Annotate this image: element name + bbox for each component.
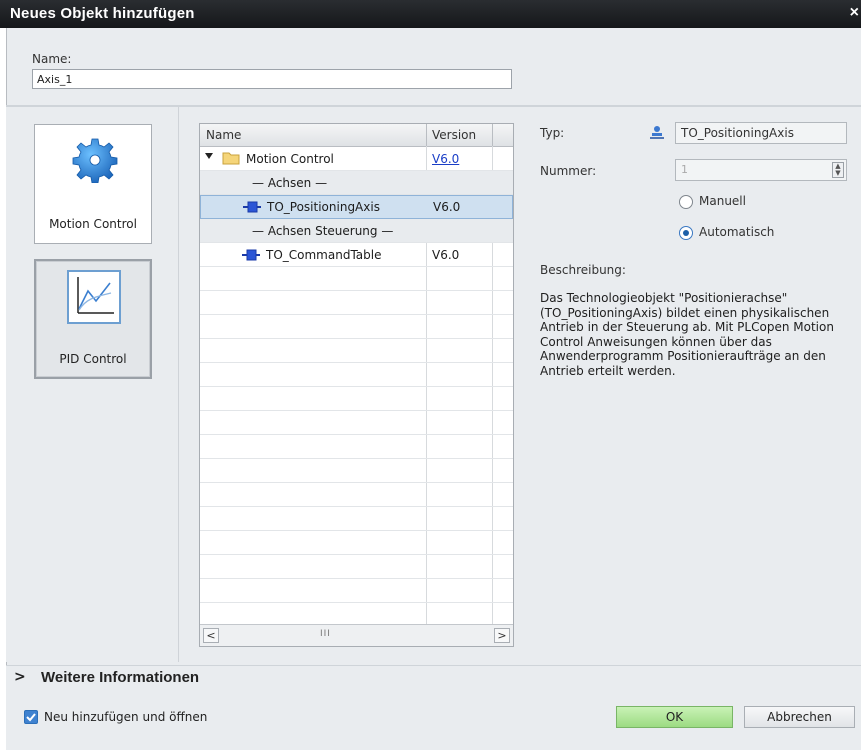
tree-group-achsen-steuerung: — Achsen Steuerung — [200,219,513,243]
horizontal-scrollbar[interactable]: < III > [200,624,513,646]
technology-object-type-icon [649,124,665,144]
add-and-open-checkbox[interactable] [24,710,38,724]
scroll-left-button[interactable]: < [203,628,219,643]
empty-row [200,555,513,579]
dialog-title: Neues Objekt hinzufügen [10,5,195,22]
tree-group-achsen: — Achsen — [200,171,513,195]
empty-row [200,339,513,363]
empty-row [200,267,513,291]
group-label: — Achsen Steuerung — [252,224,394,238]
checkmark-icon [26,713,36,722]
folder-icon [222,151,240,168]
technology-object-icon [242,249,260,264]
nummer-value: 1 [681,163,688,176]
chevron-right-icon[interactable]: > [14,669,26,685]
technology-object-icon [243,201,261,216]
pid-chart-icon [66,269,122,325]
description-text: Das Technologieobjekt "Positionierachse"… [540,291,834,378]
empty-row [200,459,513,483]
name-input[interactable] [32,69,512,89]
radio-automatisch-label[interactable]: Automatisch [699,225,774,239]
gear-icon [72,137,118,184]
nummer-field[interactable]: 1 ▲ ▼ [675,159,847,181]
empty-row [200,483,513,507]
category-label: PID Control [59,352,127,366]
spinner-icon[interactable]: ▲ ▼ [832,162,844,178]
radio-manuell-label[interactable]: Manuell [699,194,746,208]
empty-row [200,363,513,387]
nummer-label: Nummer: [540,164,597,178]
category-pid-control[interactable]: PID Control [34,259,152,379]
tree-row-motion-control[interactable]: Motion Control V6.0 [200,147,513,171]
object-tree[interactable]: Name Version Motion Control V6.0 — Achse… [199,123,514,647]
tree-row-to-positioningaxis[interactable]: TO_PositioningAxis V6.0 [200,195,513,219]
title-bar: Neues Objekt hinzufügen × [0,0,861,28]
add-and-open-label[interactable]: Neu hinzufügen und öffnen [44,710,207,724]
category-motion-control[interactable]: Motion Control [34,124,152,244]
category-label: Motion Control [49,217,137,231]
column-divider [492,124,493,146]
name-label: Name: [32,52,72,66]
version-link[interactable]: V6.0 [432,152,459,166]
tree-row-label: TO_PositioningAxis [267,200,380,214]
tree-row-label: TO_CommandTable [266,248,382,262]
tree-row-label: Motion Control [246,152,334,166]
tree-row-to-commandtable[interactable]: TO_CommandTable V6.0 [200,243,513,267]
version-text: V6.0 [433,200,461,214]
typ-label: Typ: [540,126,565,140]
empty-row [200,579,513,603]
empty-row [200,291,513,315]
empty-row [200,507,513,531]
empty-row [200,435,513,459]
weitere-informationen-expander[interactable]: > Weitere Informationen [6,665,861,691]
close-button[interactable]: × [850,4,859,22]
empty-row [200,387,513,411]
version-text: V6.0 [432,248,460,262]
ok-button[interactable]: OK [616,706,733,728]
weitere-informationen-label[interactable]: Weitere Informationen [41,669,199,686]
column-header-version[interactable]: Version [432,128,476,142]
group-label: — Achsen — [252,176,328,190]
cancel-button[interactable]: Abbrechen [744,706,855,728]
scroll-thumb[interactable]: III [320,629,331,639]
radio-manuell[interactable] [679,195,693,209]
beschreibung-label: Beschreibung: [540,263,626,277]
column-header-name[interactable]: Name [206,128,241,142]
radio-automatisch[interactable] [679,226,693,240]
scroll-right-button[interactable]: > [494,628,510,643]
empty-row [200,411,513,435]
tree-header: Name Version [200,124,513,147]
empty-row [200,315,513,339]
column-divider [426,124,427,146]
empty-row [200,531,513,555]
expand-triangle-icon[interactable] [205,153,213,159]
typ-field: TO_PositioningAxis [675,122,847,144]
